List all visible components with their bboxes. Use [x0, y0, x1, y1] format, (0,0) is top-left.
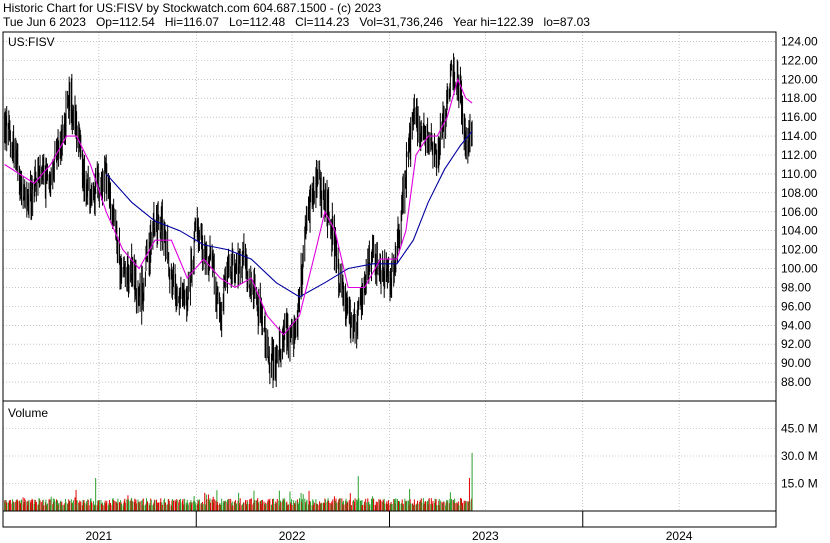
price-tick-label: 118.00 [781, 91, 817, 105]
price-bars [4, 53, 473, 389]
price-tick-label: 106.00 [781, 205, 818, 219]
price-tick-label: 100.00 [781, 262, 818, 276]
price-tick-label: 98.00 [781, 280, 811, 294]
price-tick-label: 114.00 [781, 129, 817, 143]
price-tick-label: 122.00 [781, 53, 818, 67]
price-tick-label: 116.00 [781, 110, 817, 124]
price-tick-label: 120.00 [781, 72, 818, 86]
price-tick-label: 104.00 [781, 224, 818, 238]
grid [2, 32, 776, 511]
price-volume-chart: 124.00 122.00 120.00 118.00 116.00 114.00 112.… [2, 31, 818, 543]
volume-tick-label: 15.0 M [781, 477, 818, 491]
price-tick-label: 110.00 [781, 167, 817, 181]
price-tick-label: 102.00 [781, 243, 818, 257]
price-tick-label: 92.00 [781, 337, 811, 351]
price-tick-label: 88.00 [781, 375, 811, 389]
volume-tick-label: 45.0 M [781, 422, 818, 436]
price-tick-label: 94.00 [781, 318, 811, 332]
volume-tick-label: 30.0 M [781, 449, 818, 463]
price-tick-label: 96.00 [781, 299, 811, 313]
year-label: 2022 [279, 529, 306, 543]
price-tick-label: 108.00 [781, 186, 818, 200]
symbol-label: US:FISV [8, 35, 55, 49]
axis-labels: 124.00 122.00 120.00 118.00 116.00 114.00 112.… [85, 34, 818, 543]
price-tick-label: 124.00 [781, 34, 818, 48]
volume-label: Volume [8, 406, 48, 420]
volume-bars [4, 452, 473, 511]
year-label: 2021 [85, 529, 112, 543]
year-label: 2023 [472, 529, 499, 543]
price-tick-label: 90.00 [781, 356, 811, 370]
year-label: 2024 [666, 529, 693, 543]
price-frame [2, 31, 777, 402]
price-tick-label: 112.00 [781, 148, 817, 162]
